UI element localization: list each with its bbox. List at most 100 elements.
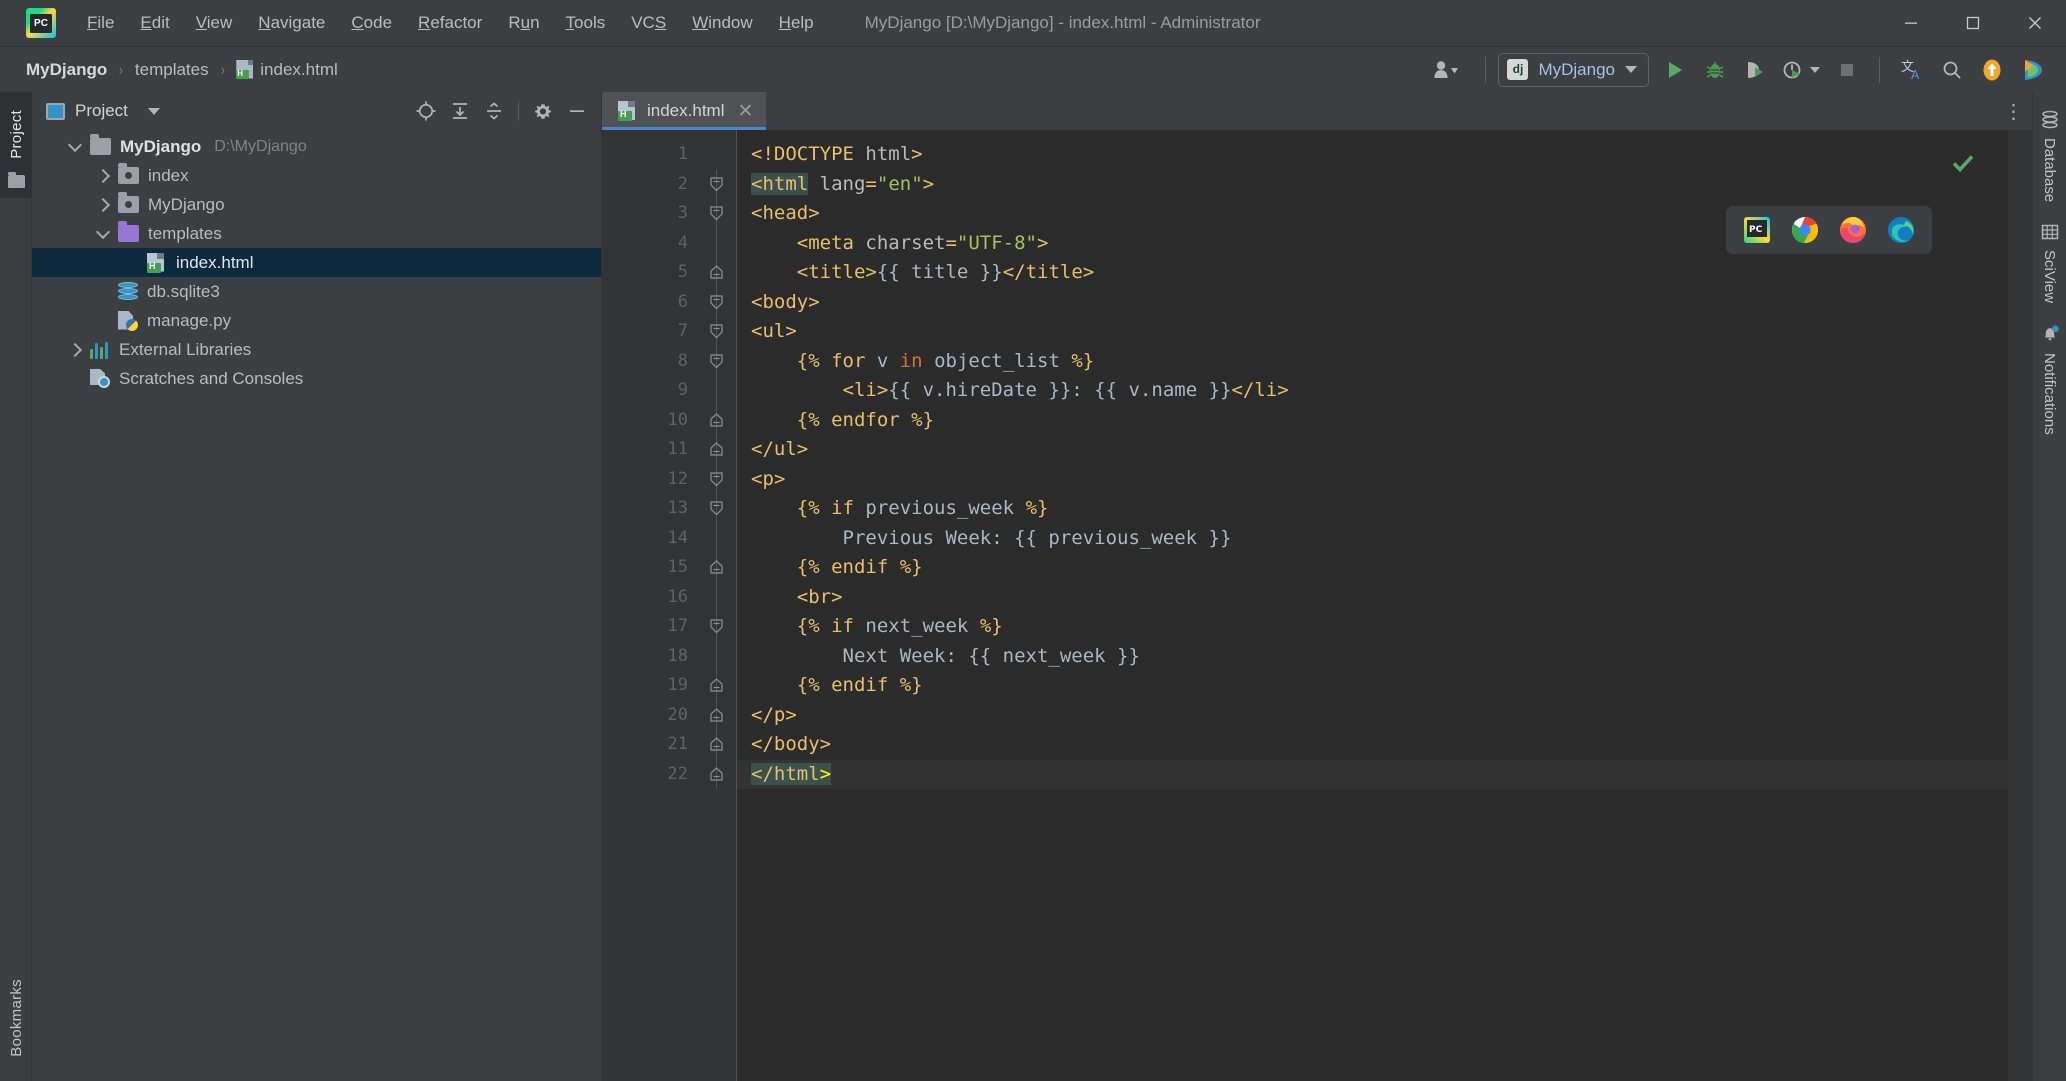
sidebar-item-notifications[interactable]: Notifications [2039,315,2061,443]
stop-button[interactable] [1827,51,1867,89]
fold-region[interactable] [702,258,736,288]
fold-region[interactable] [702,346,736,376]
fold-region[interactable] [702,700,736,730]
collapse-all-button[interactable] [478,96,510,126]
tree-item-index[interactable]: index [32,161,601,190]
minimize-button[interactable] [1880,0,1942,46]
more-options-icon[interactable]: ⋮ [1996,92,2032,130]
tree-item-templates[interactable]: templates [32,219,601,248]
code-line[interactable]: </p> [737,701,2032,731]
code-line[interactable]: <meta charset="UTF-8"> [737,229,2032,259]
expand-arrow[interactable] [88,224,118,239]
code-line[interactable]: <ul> [737,317,2032,347]
code-line[interactable]: <p> [737,465,2032,495]
user-account-button[interactable] [1419,51,1473,89]
menu-code[interactable]: Code [338,9,405,37]
fold-region[interactable] [702,435,736,465]
project-view-selector[interactable]: Project [46,101,160,121]
menu-refactor[interactable]: Refactor [405,9,495,37]
fold-region[interactable] [702,169,736,199]
sidebar-item-bookmarks[interactable]: Bookmarks [8,969,25,1067]
menu-view[interactable]: View [183,9,246,37]
maximize-button[interactable] [1942,0,2004,46]
update-project-button[interactable] [1972,51,2012,89]
code-line[interactable]: {% endif %} [737,553,2032,583]
code-line[interactable]: <!DOCTYPE html> [737,140,2032,170]
code-line[interactable]: {% for v in object_list %} [737,347,2032,377]
breadcrumb-item-file[interactable]: index.html [232,58,341,82]
tree-item-mydjango-package[interactable]: MyDjango [32,190,601,219]
tree-item-index-html[interactable]: index.html [32,248,601,277]
menu-tools[interactable]: Tools [553,9,619,37]
menu-navigate[interactable]: Navigate [245,9,338,37]
fold-region[interactable] [702,671,736,701]
tree-item-mydjango-root[interactable]: MyDjango D:\MyDjango [32,132,601,161]
close-icon[interactable]: ✕ [737,102,753,121]
scroll-from-source-button[interactable] [410,96,442,126]
code-content[interactable]: PC <!DOCTYPE html> <html lang="en"> <hea… [736,130,2032,1081]
sidebar-item-sciview[interactable]: SciView [2040,214,2060,311]
fold-region[interactable] [702,730,736,760]
expand-arrow[interactable] [88,197,118,212]
code-line[interactable]: </html> [737,759,2032,789]
expand-arrow[interactable] [60,137,90,152]
hide-panel-button[interactable] [561,96,593,126]
code-line[interactable]: <body> [737,288,2032,318]
code-line[interactable]: <html lang="en"> [737,170,2032,200]
fold-region[interactable] [702,494,736,524]
menu-vcs[interactable]: VCS [618,9,679,37]
code-with-me-button[interactable] [2012,51,2052,89]
breadcrumb-item-project[interactable]: MyDjango [22,58,111,82]
folder-icon[interactable] [7,171,25,188]
menu-run[interactable]: Run [495,9,552,37]
sidebar-item-database[interactable]: Database [2040,102,2060,210]
code-token: endif [831,556,889,578]
code-line[interactable]: Next Week: {{ next_week }} [737,642,2032,672]
fold-region[interactable] [702,317,736,347]
project-settings-button[interactable] [527,96,559,126]
fold-region[interactable] [702,553,736,583]
menu-window[interactable]: Window [679,9,765,37]
fold-region[interactable] [702,405,736,435]
menu-help[interactable]: Help [766,9,827,37]
fold-region[interactable] [702,199,736,229]
code-line[interactable]: {% if previous_week %} [737,494,2032,524]
error-stripe-scrollbar[interactable] [2008,130,2032,1081]
sidebar-item-project[interactable]: Project [8,100,25,169]
code-line[interactable]: <br> [737,583,2032,613]
tree-item-external-libraries[interactable]: External Libraries [32,335,601,364]
fold-region[interactable] [702,464,736,494]
code-line[interactable]: {% endif %} [737,671,2032,701]
fold-region[interactable] [702,759,736,789]
run-with-coverage-button[interactable] [1735,51,1775,89]
line-number: 2 [677,173,688,194]
expand-all-button[interactable] [444,96,476,126]
fold-region[interactable] [702,612,736,642]
code-line[interactable]: </ul> [737,435,2032,465]
code-line[interactable]: <title>{{ title }}</title> [737,258,2032,288]
code-line[interactable]: </body> [737,730,2032,760]
editor-tab-index-html[interactable]: index.html ✕ [602,92,767,130]
code-line[interactable]: {% endfor %} [737,406,2032,436]
code-line[interactable]: {% if next_week %} [737,612,2032,642]
breadcrumb-item-templates[interactable]: templates [131,58,213,82]
code-line[interactable]: <head> [737,199,2032,229]
expand-arrow[interactable] [60,342,90,357]
close-button[interactable] [2004,0,2066,46]
translate-button[interactable]: 文 A [1892,51,1932,89]
menu-file[interactable]: File [74,9,127,37]
run-configuration-selector[interactable]: dj MyDjango [1498,52,1649,87]
tree-item-manage-py[interactable]: manage.py [32,306,601,335]
search-everywhere-button[interactable] [1932,51,1972,89]
debug-button[interactable] [1695,51,1735,89]
fold-region[interactable] [702,287,736,317]
tree-item-db-sqlite3[interactable]: db.sqlite3 [32,277,601,306]
code-line[interactable]: Previous Week: {{ previous_week }} [737,524,2032,554]
code-line[interactable]: <li>{{ v.hireDate }}: {{ v.name }}</li> [737,376,2032,406]
run-button[interactable] [1655,51,1695,89]
profile-button[interactable] [1775,51,1827,89]
expand-arrow[interactable] [88,168,118,183]
menu-edit[interactable]: Edit [127,9,182,37]
tree-item-scratches-and-consoles[interactable]: Scratches and Consoles [32,364,601,393]
code-token: html [865,143,912,165]
